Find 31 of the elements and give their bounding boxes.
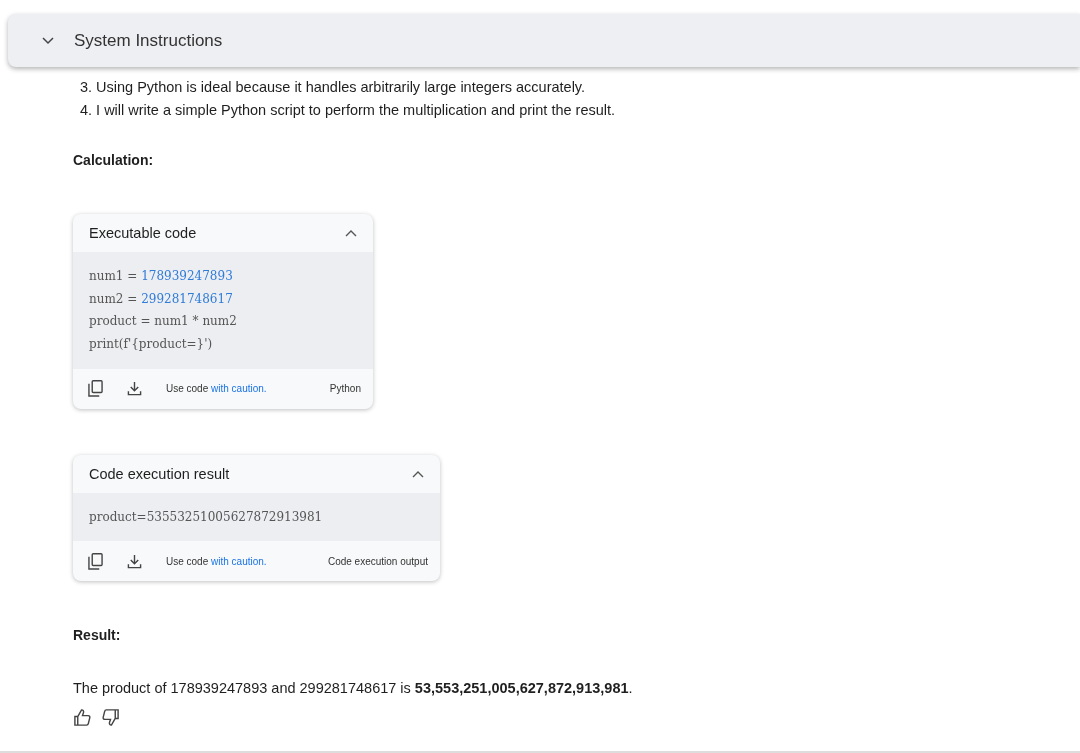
caution-note: Use code with caution. bbox=[166, 555, 267, 567]
chevron-icon[interactable] bbox=[42, 36, 54, 45]
thumbs-up-icon[interactable] bbox=[73, 708, 92, 728]
caution-note: Use code with caution. bbox=[166, 383, 267, 395]
section-title: System Instructions bbox=[74, 30, 223, 51]
section-header[interactable]: System Instructions bbox=[8, 14, 1080, 67]
copy-icon[interactable] bbox=[88, 552, 103, 570]
language-label: Code execution output bbox=[327, 555, 428, 567]
list-number: 3. bbox=[80, 78, 93, 95]
code-line: product=53553251005627872913981 bbox=[89, 508, 324, 526]
download-icon[interactable] bbox=[127, 553, 142, 569]
code-line: print(f'{product=}') bbox=[89, 336, 214, 354]
list-item-text: I will write a simple Python script to perform the multiplication and print the result. bbox=[96, 101, 616, 118]
chevron-icon[interactable] bbox=[412, 469, 424, 478]
caution-link[interactable]: with caution. bbox=[211, 555, 267, 567]
section-heading: Result: bbox=[73, 627, 122, 646]
code-line: num1 = 178939247893 bbox=[89, 268, 234, 285]
chevron-icon[interactable] bbox=[345, 229, 357, 237]
card-title: Code execution result bbox=[89, 465, 230, 482]
list-item-text: Using Python is ideal because it handles arbitrarily large integers accurately. bbox=[96, 78, 586, 95]
section-heading: Calculation: bbox=[73, 152, 155, 170]
card-title: Executable code bbox=[89, 225, 197, 241]
result-sentence: The product of 178939247893 and 299281748617 is 53,553,251,005,627,872,913,981. bbox=[73, 680, 634, 697]
code-line: num2 = 299281748617 bbox=[89, 290, 234, 308]
code-line: product = num1 * num2 bbox=[89, 313, 238, 331]
download-icon[interactable] bbox=[127, 381, 142, 397]
thumbs-down-icon[interactable] bbox=[101, 708, 120, 728]
copy-icon[interactable] bbox=[88, 380, 103, 398]
caution-link[interactable]: with caution. bbox=[211, 383, 267, 395]
language-label: Python bbox=[329, 383, 361, 395]
list-number: 4. bbox=[80, 101, 93, 118]
